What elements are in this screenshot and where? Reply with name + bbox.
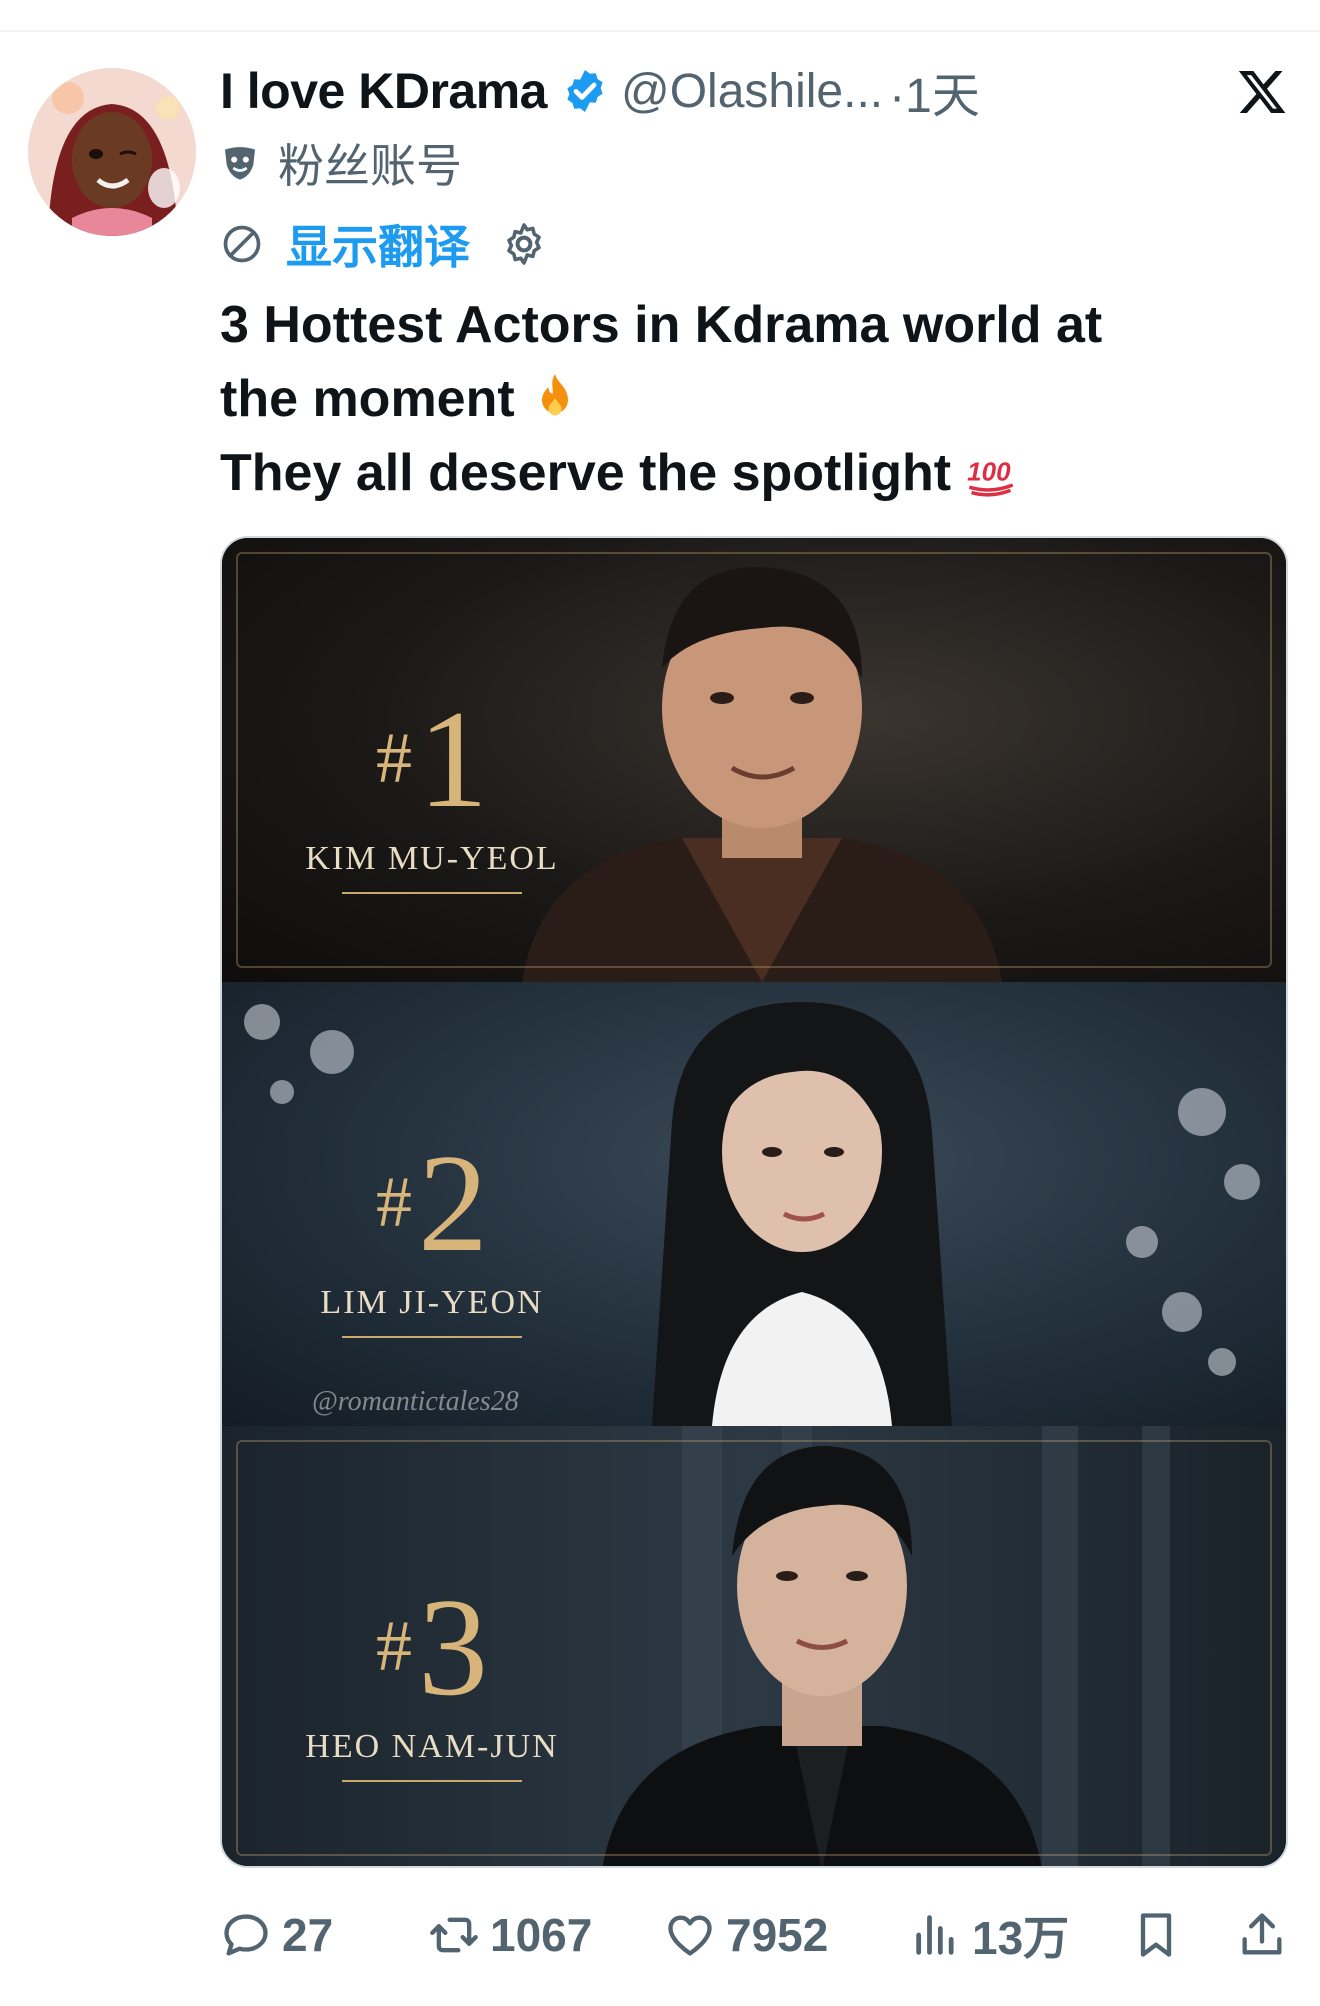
views-icon <box>916 1915 954 1955</box>
verified-badge-icon <box>567 70 603 112</box>
translate-globe-icon <box>223 225 261 263</box>
author-row: I love KDrama @Olashile... ·1天 <box>220 60 980 123</box>
like-count: 7952 <box>726 1909 829 1961</box>
actor-portrait <box>652 1002 952 1426</box>
handle[interactable]: @Olashile... <box>621 64 883 119</box>
fire-emoji <box>541 374 568 416</box>
tweet-text-line: 3 Hottest Actors in Kdrama world at <box>220 296 1103 354</box>
svg-text:100: 100 <box>967 457 1011 487</box>
tweet-media-image[interactable]: #1 KIM MU-YEOL #2 LIM JI-YEON @romantict… <box>220 536 1288 1868</box>
tweet-text-line: They all deserve the spotlight 100 <box>220 436 1280 510</box>
image-watermark: @romantictales28 <box>312 1386 519 1417</box>
timestamp[interactable]: ·1天 <box>889 56 980 126</box>
gear-icon[interactable] <box>500 220 548 268</box>
rank-panel-2: #2 LIM JI-YEON @romantictales28 <box>222 982 1286 1426</box>
retweet-button[interactable]: 1067 <box>428 1908 592 1962</box>
rank-panel-1: #1 KIM MU-YEOL <box>222 538 1286 982</box>
reply-button[interactable]: 27 <box>220 1908 333 1962</box>
translate-row: 显示翻译 <box>220 214 548 274</box>
actor-portrait <box>602 1446 1042 1866</box>
x-logo-icon[interactable] <box>1236 66 1288 118</box>
rank-panel-3: #3 HEO NAM-JUN <box>222 1426 1286 1866</box>
top-divider <box>0 30 1320 32</box>
rank-block: #2 LIM JI-YEON <box>222 1132 642 1338</box>
avatar-illustration <box>28 68 196 236</box>
tweet-action-bar: 27 1067 7952 13万 <box>220 1900 1310 1970</box>
reply-count: 27 <box>282 1909 334 1961</box>
display-name[interactable]: I love KDrama <box>220 62 547 120</box>
share-icon <box>1242 1913 1282 1955</box>
ornament-divider <box>342 1780 522 1782</box>
retweet-icon <box>430 1917 478 1953</box>
bookmark-button[interactable] <box>1130 1909 1182 1961</box>
ornament-divider <box>342 1336 522 1338</box>
rank-number: #2 <box>376 1126 488 1281</box>
like-button[interactable]: 7952 <box>664 1908 828 1962</box>
show-translation-link[interactable]: 显示翻译 <box>286 211 470 277</box>
views-count: 13万 <box>972 1912 1070 1964</box>
actor-name: LIM JI-YEON <box>320 1284 544 1321</box>
retweet-count: 1067 <box>490 1909 593 1961</box>
tweet-text-line: the moment <box>220 362 1280 436</box>
fan-account-row: 粉丝账号 <box>220 132 462 194</box>
bookmark-icon <box>1140 1913 1172 1957</box>
reply-icon <box>224 1914 268 1956</box>
share-button[interactable] <box>1236 1909 1288 1961</box>
avatar[interactable] <box>28 68 196 236</box>
hundred-emoji: 100 <box>967 457 1014 497</box>
views-button[interactable]: 13万 <box>910 1902 1069 1968</box>
tweet-text: 3 Hottest Actors in Kdrama world at the … <box>220 288 1280 510</box>
actor-portrait <box>522 567 1002 982</box>
fan-account-label: 粉丝账号 <box>278 140 462 192</box>
theater-mask-icon <box>225 147 255 180</box>
like-icon <box>668 1915 712 1956</box>
